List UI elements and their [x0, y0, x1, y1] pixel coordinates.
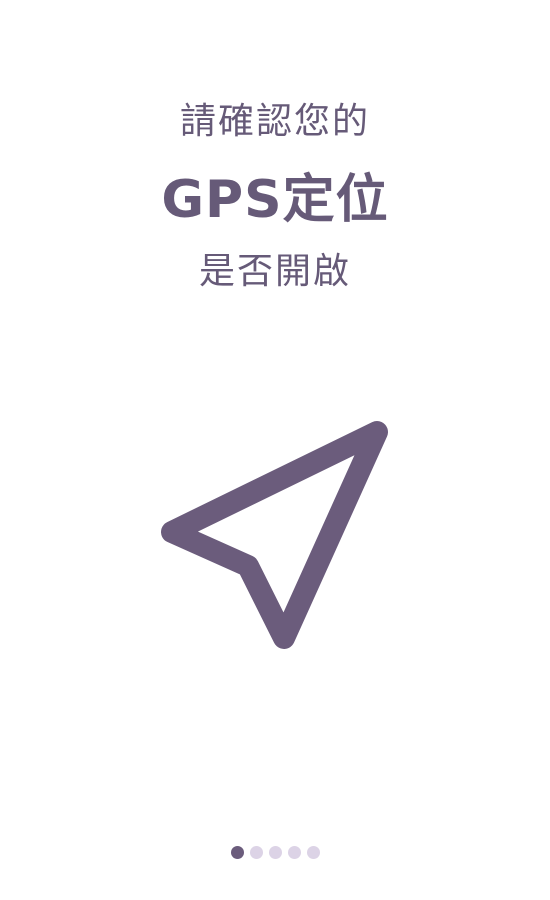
- page-dot[interactable]: [249, 846, 263, 859]
- page-dot-active[interactable]: [230, 846, 244, 859]
- navigation-arrow-icon: [161, 421, 388, 649]
- prompt-line-1: 請確認您的: [179, 101, 370, 142]
- page-dot[interactable]: [306, 846, 320, 859]
- page-dot[interactable]: [287, 846, 301, 859]
- prompt-line-3: 是否開啟: [198, 251, 351, 292]
- prompt-line-2: GPS定位: [161, 170, 389, 230]
- onboarding-screen: 請確認您的 GPS定位 是否開啟: [0, 0, 550, 900]
- navigation-arrow-outline: [161, 421, 388, 649]
- page-dot[interactable]: [268, 846, 282, 859]
- page-indicator: [0, 846, 550, 859]
